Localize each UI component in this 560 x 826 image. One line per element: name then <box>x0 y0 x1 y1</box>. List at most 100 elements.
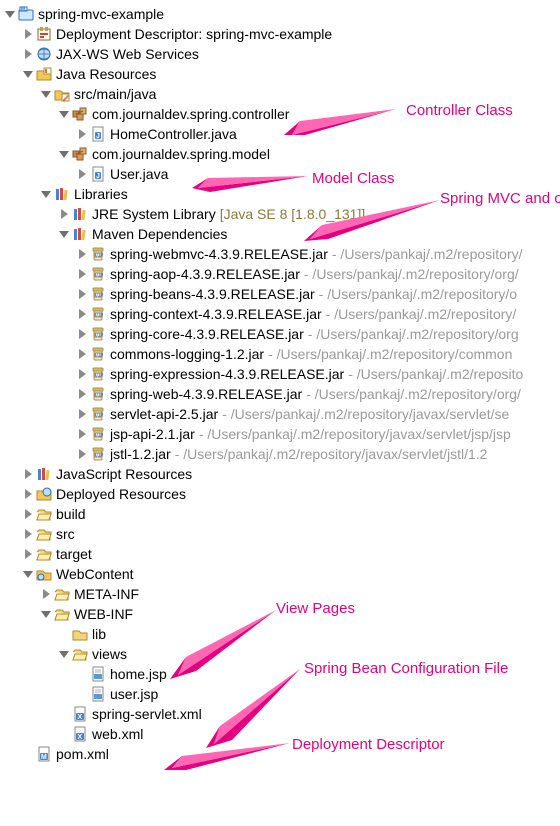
disclosure-closed-icon[interactable] <box>58 204 72 224</box>
label: com.journaldev.spring.controller <box>92 106 289 122</box>
disclosure-open-icon[interactable] <box>22 64 36 84</box>
label: Java Resources <box>56 66 156 82</box>
disclosure-open-icon[interactable] <box>58 104 72 124</box>
tree-item-jar[interactable]: spring-expression-4.3.9.RELEASE.jar - /U… <box>4 364 560 384</box>
disclosure-blank <box>58 624 72 644</box>
tree-item-package-controller[interactable]: com.journaldev.spring.controller <box>4 104 560 124</box>
tree-item-src-main-java[interactable]: src/main/java <box>4 84 560 104</box>
disclosure-closed-icon[interactable] <box>40 584 54 604</box>
disclosure-closed-icon[interactable] <box>76 384 90 404</box>
disclosure-open-icon[interactable] <box>4 4 18 24</box>
label: spring-webmvc-4.3.9.RELEASE.jar <box>110 246 328 262</box>
tree-item-views[interactable]: views <box>4 644 560 664</box>
tree-item-javascript-resources[interactable]: JavaScript Resources <box>4 464 560 484</box>
disclosure-closed-icon[interactable] <box>76 304 90 324</box>
disclosure-closed-icon[interactable] <box>22 484 36 504</box>
tree-item-user-java[interactable]: User.java <box>4 164 560 184</box>
tree-item-jar[interactable]: spring-aop-4.3.9.RELEASE.jar - /Users/pa… <box>4 264 560 284</box>
disclosure-closed-icon[interactable] <box>22 24 36 44</box>
tree-item-src[interactable]: src <box>4 524 560 544</box>
label: user.jsp <box>110 686 158 702</box>
label: views <box>92 646 127 662</box>
jar-path: - /Users/pankaj/.m2/repository/org/ <box>304 266 519 282</box>
tree-item-deployed-resources[interactable]: Deployed Resources <box>4 484 560 504</box>
label: commons-logging-1.2.jar <box>110 346 264 362</box>
globe-icon <box>36 46 52 62</box>
label: target <box>56 546 92 562</box>
jar-path: - /Users/pankaj/.m2/reposito <box>348 366 523 382</box>
tree-item-java-resources[interactable]: Java Resources <box>4 64 560 84</box>
jar-icon <box>90 406 106 422</box>
disclosure-closed-icon[interactable] <box>76 264 90 284</box>
disclosure-closed-icon[interactable] <box>76 404 90 424</box>
library-icon <box>36 466 52 482</box>
label: JRE System Library <box>92 206 216 222</box>
tree-item-meta-inf[interactable]: META-INF <box>4 584 560 604</box>
library-icon <box>72 226 88 242</box>
disclosure-open-icon[interactable] <box>40 84 54 104</box>
tree-item-webcontent[interactable]: WebContent <box>4 564 560 584</box>
tree-item-lib[interactable]: lib <box>4 624 560 644</box>
tree-item-web-inf[interactable]: WEB-INF <box>4 604 560 624</box>
project-icon <box>18 6 34 22</box>
label: com.journaldev.spring.model <box>92 146 270 162</box>
disclosure-closed-icon[interactable] <box>76 284 90 304</box>
jsp-file-icon <box>90 686 106 702</box>
jre-version: [Java SE 8 [1.8.0_131]] <box>220 206 366 222</box>
tree-item-package-model[interactable]: com.journaldev.spring.model <box>4 144 560 164</box>
folder-open-icon <box>72 646 88 662</box>
tree-item-maven-deps[interactable]: Maven Dependencies <box>4 224 560 244</box>
disclosure-open-icon[interactable] <box>58 144 72 164</box>
jar-icon <box>90 306 106 322</box>
tree-item-jar[interactable]: spring-webmvc-4.3.9.RELEASE.jar - /Users… <box>4 244 560 264</box>
folder-open-icon <box>54 586 70 602</box>
label: spring-web-4.3.9.RELEASE.jar <box>110 386 302 402</box>
library-icon <box>72 206 88 222</box>
tree-item-jar[interactable]: jsp-api-2.1.jar - /Users/pankaj/.m2/repo… <box>4 424 560 444</box>
disclosure-closed-icon[interactable] <box>76 164 90 184</box>
tree-item-jar[interactable]: jstl-1.2.jar - /Users/pankaj/.m2/reposit… <box>4 444 560 464</box>
tree-item-project[interactable]: spring-mvc-example <box>4 4 560 24</box>
tree-item-web-xml[interactable]: web.xml <box>4 724 560 744</box>
disclosure-closed-icon[interactable] <box>76 244 90 264</box>
disclosure-closed-icon[interactable] <box>76 444 90 464</box>
tree-item-jar[interactable]: spring-beans-4.3.9.RELEASE.jar - /Users/… <box>4 284 560 304</box>
disclosure-open-icon[interactable] <box>58 644 72 664</box>
disclosure-open-icon[interactable] <box>40 184 54 204</box>
disclosure-closed-icon[interactable] <box>76 364 90 384</box>
jar-path: - /Users/pankaj/.m2/repository/ <box>332 246 523 262</box>
disclosure-closed-icon[interactable] <box>22 464 36 484</box>
tree-item-jar[interactable]: commons-logging-1.2.jar - /Users/pankaj/… <box>4 344 560 364</box>
disclosure-closed-icon[interactable] <box>22 544 36 564</box>
disclosure-closed-icon[interactable] <box>22 504 36 524</box>
disclosure-open-icon[interactable] <box>22 564 36 584</box>
label: JAX-WS Web Services <box>56 46 199 62</box>
tree-item-libraries[interactable]: Libraries <box>4 184 560 204</box>
disclosure-blank <box>58 704 72 724</box>
disclosure-closed-icon[interactable] <box>76 324 90 344</box>
disclosure-open-icon[interactable] <box>58 224 72 244</box>
tree-item-home-jsp[interactable]: home.jsp <box>4 664 560 684</box>
tree-item-pom-xml[interactable]: pom.xml <box>4 744 560 764</box>
tree-item-jar[interactable]: spring-core-4.3.9.RELEASE.jar - /Users/p… <box>4 324 560 344</box>
tree-item-build[interactable]: build <box>4 504 560 524</box>
disclosure-closed-icon[interactable] <box>76 424 90 444</box>
disclosure-open-icon[interactable] <box>40 604 54 624</box>
tree-item-deployment-descriptor[interactable]: Deployment Descriptor: spring-mvc-exampl… <box>4 24 560 44</box>
tree-item-jaxws[interactable]: JAX-WS Web Services <box>4 44 560 64</box>
tree-item-target[interactable]: target <box>4 544 560 564</box>
tree-item-jre[interactable]: JRE System Library [Java SE 8 [1.8.0_131… <box>4 204 560 224</box>
disclosure-closed-icon[interactable] <box>22 524 36 544</box>
tree-item-spring-servlet-xml[interactable]: spring-servlet.xml <box>4 704 560 724</box>
label: META-INF <box>74 586 139 602</box>
tree-item-user-jsp[interactable]: user.jsp <box>4 684 560 704</box>
disclosure-closed-icon[interactable] <box>76 124 90 144</box>
tree-item-homecontroller[interactable]: HomeController.java <box>4 124 560 144</box>
tree-item-jar[interactable]: spring-context-4.3.9.RELEASE.jar - /User… <box>4 304 560 324</box>
disclosure-closed-icon[interactable] <box>22 44 36 64</box>
tree-item-jar[interactable]: spring-web-4.3.9.RELEASE.jar - /Users/pa… <box>4 384 560 404</box>
tree-item-jar[interactable]: servlet-api-2.5.jar - /Users/pankaj/.m2/… <box>4 404 560 424</box>
disclosure-closed-icon[interactable] <box>76 344 90 364</box>
label: lib <box>92 626 106 642</box>
label: Deployed Resources <box>56 486 186 502</box>
